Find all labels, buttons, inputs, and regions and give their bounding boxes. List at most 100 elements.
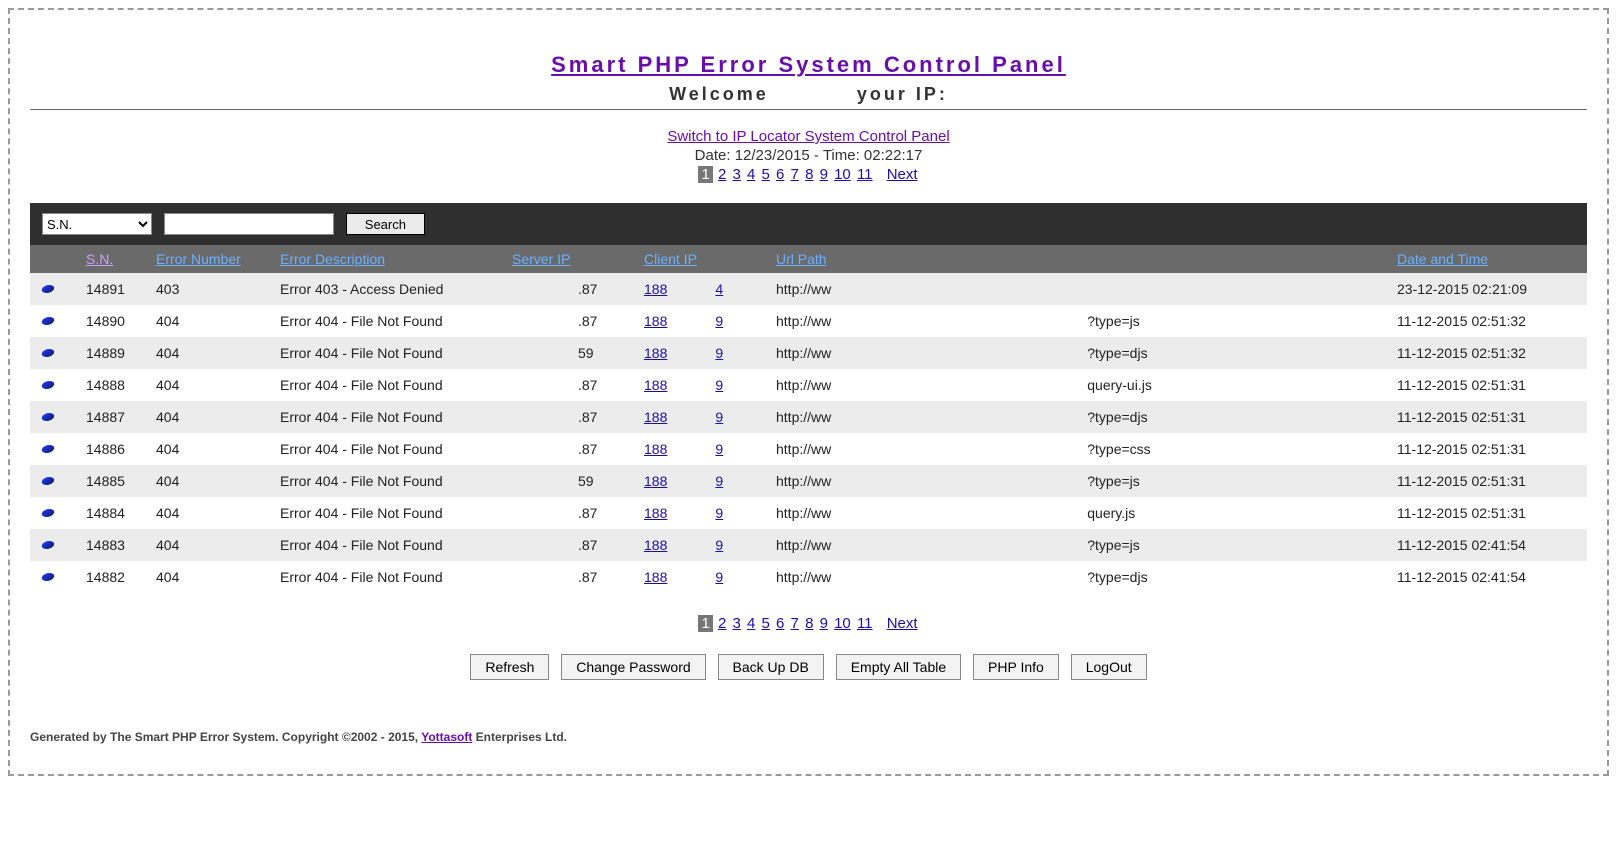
php-info-button[interactable]: PHP Info	[973, 654, 1059, 680]
cell-ed: Error 404 - File Not Found	[280, 409, 512, 425]
client-ip-link-b[interactable]: 9	[715, 537, 723, 553]
client-ip-link-a[interactable]: 188	[644, 473, 667, 489]
pager-page[interactable]: 6	[775, 615, 785, 632]
pager-page[interactable]: 2	[717, 615, 727, 632]
pager-page[interactable]: 2	[717, 166, 727, 183]
row-icon[interactable]	[41, 477, 56, 485]
pager-page[interactable]: 11	[856, 615, 874, 632]
client-ip-link-a[interactable]: 188	[644, 377, 667, 393]
backup-db-button[interactable]: Back Up DB	[718, 654, 824, 680]
client-ip-link-b[interactable]: 9	[715, 505, 723, 521]
cell-sn: 14889	[86, 345, 156, 361]
row-icon[interactable]	[41, 509, 56, 517]
switch-panel-link[interactable]: Switch to IP Locator System Control Pane…	[667, 128, 949, 145]
pager-page[interactable]: 4	[746, 166, 756, 183]
sort-sn[interactable]: S.N.	[86, 251, 113, 267]
cell-url: http://ww?type=djs	[776, 345, 1397, 361]
cell-dt: 23-12-2015 02:21:09	[1397, 281, 1575, 297]
client-ip-link-a[interactable]: 188	[644, 569, 667, 585]
client-ip-link-a[interactable]: 188	[644, 281, 667, 297]
sort-cip[interactable]: Client IP	[644, 251, 697, 267]
pager-page[interactable]: 7	[790, 615, 800, 632]
pager-page[interactable]: 10	[833, 166, 852, 183]
pager-page[interactable]: 3	[731, 615, 741, 632]
action-buttons: Refresh Change Password Back Up DB Empty…	[22, 654, 1595, 680]
search-column-select[interactable]: S.N.Error NumberError DescriptionServer …	[42, 213, 152, 235]
table-row: 14883404Error 404 - File Not Found.87188…	[30, 529, 1587, 561]
client-ip-link-b[interactable]: 9	[715, 313, 723, 329]
pager-page[interactable]: 8	[804, 615, 814, 632]
cell-ed: Error 404 - File Not Found	[280, 377, 512, 393]
client-ip-link-a[interactable]: 188	[644, 313, 667, 329]
client-ip-link-a[interactable]: 188	[644, 409, 667, 425]
row-icon[interactable]	[41, 413, 56, 421]
cell-en: 404	[156, 345, 280, 361]
client-ip-link-a[interactable]: 188	[644, 537, 667, 553]
pager-page[interactable]: 9	[819, 166, 829, 183]
cell-sn: 14890	[86, 313, 156, 329]
cell-ed: Error 404 - File Not Found	[280, 473, 512, 489]
pager-page[interactable]: 5	[761, 166, 771, 183]
col-icon-head	[42, 251, 86, 267]
table-row: 14887404Error 404 - File Not Found.87188…	[30, 401, 1587, 433]
client-ip-link-a[interactable]: 188	[644, 505, 667, 521]
logout-button[interactable]: LogOut	[1071, 654, 1147, 680]
sort-sip[interactable]: Server IP	[512, 251, 570, 267]
row-icon[interactable]	[41, 317, 56, 325]
row-icon[interactable]	[41, 445, 56, 453]
cell-ed: Error 404 - File Not Found	[280, 441, 512, 457]
cell-dt: 11-12-2015 02:51:31	[1397, 441, 1575, 457]
client-ip-link-b[interactable]: 9	[715, 441, 723, 457]
client-ip-link-b[interactable]: 9	[715, 569, 723, 585]
sort-dt[interactable]: Date and Time	[1397, 251, 1488, 267]
search-input[interactable]	[164, 213, 334, 235]
pager-page[interactable]: 7	[790, 166, 800, 183]
pager-page[interactable]: 11	[856, 166, 874, 183]
footer: Generated by The Smart PHP Error System.…	[30, 730, 1587, 744]
pager-page[interactable]: 8	[804, 166, 814, 183]
pager-next[interactable]: Next	[886, 166, 919, 183]
pager-page[interactable]: 6	[775, 166, 785, 183]
row-icon[interactable]	[41, 573, 56, 581]
client-ip-link-a[interactable]: 188	[644, 345, 667, 361]
cell-en: 404	[156, 537, 280, 553]
col-ed-head: Error Description	[280, 251, 512, 267]
refresh-button[interactable]: Refresh	[470, 654, 549, 680]
pager-page[interactable]: 4	[746, 615, 756, 632]
cell-url: http://wwquery-ui.js	[776, 377, 1397, 393]
sort-en[interactable]: Error Number	[156, 251, 241, 267]
client-ip-link-a[interactable]: 188	[644, 441, 667, 457]
sort-ed[interactable]: Error Description	[280, 251, 385, 267]
cell-sip: 59	[512, 345, 644, 361]
client-ip-link-b[interactable]: 9	[715, 345, 723, 361]
pager-page[interactable]: 5	[761, 615, 771, 632]
sort-url[interactable]: Url Path	[776, 251, 827, 267]
pager-page[interactable]: 10	[833, 615, 852, 632]
row-icon[interactable]	[41, 349, 56, 357]
search-button[interactable]: Search	[346, 213, 425, 235]
client-ip-link-b[interactable]: 9	[715, 473, 723, 489]
cell-sn: 14884	[86, 505, 156, 521]
row-icon[interactable]	[41, 541, 56, 549]
change-password-button[interactable]: Change Password	[561, 654, 705, 680]
pager-next[interactable]: Next	[886, 615, 919, 632]
client-ip-link-b[interactable]: 4	[715, 281, 723, 297]
pager-page[interactable]: 9	[819, 615, 829, 632]
col-cip-head: Client IP	[644, 251, 776, 267]
row-icon[interactable]	[41, 285, 56, 293]
client-ip-link-b[interactable]: 9	[715, 409, 723, 425]
row-icon[interactable]	[41, 381, 56, 389]
empty-table-button[interactable]: Empty All Table	[836, 654, 961, 680]
cell-dt: 11-12-2015 02:51:31	[1397, 473, 1575, 489]
table-row: 14891403Error 403 - Access Denied.871884…	[30, 273, 1587, 305]
cell-sn: 14885	[86, 473, 156, 489]
pager-page[interactable]: 3	[731, 166, 741, 183]
footer-link[interactable]: Yottasoft	[421, 730, 472, 744]
cell-dt: 11-12-2015 02:41:54	[1397, 537, 1575, 553]
cell-sip: .87	[512, 505, 644, 521]
title-link[interactable]: Smart PHP Error System Control Panel	[551, 52, 1066, 77]
cell-dt: 11-12-2015 02:51:31	[1397, 377, 1575, 393]
cell-ed: Error 404 - File Not Found	[280, 345, 512, 361]
client-ip-link-b[interactable]: 9	[715, 377, 723, 393]
cell-ed: Error 404 - File Not Found	[280, 505, 512, 521]
